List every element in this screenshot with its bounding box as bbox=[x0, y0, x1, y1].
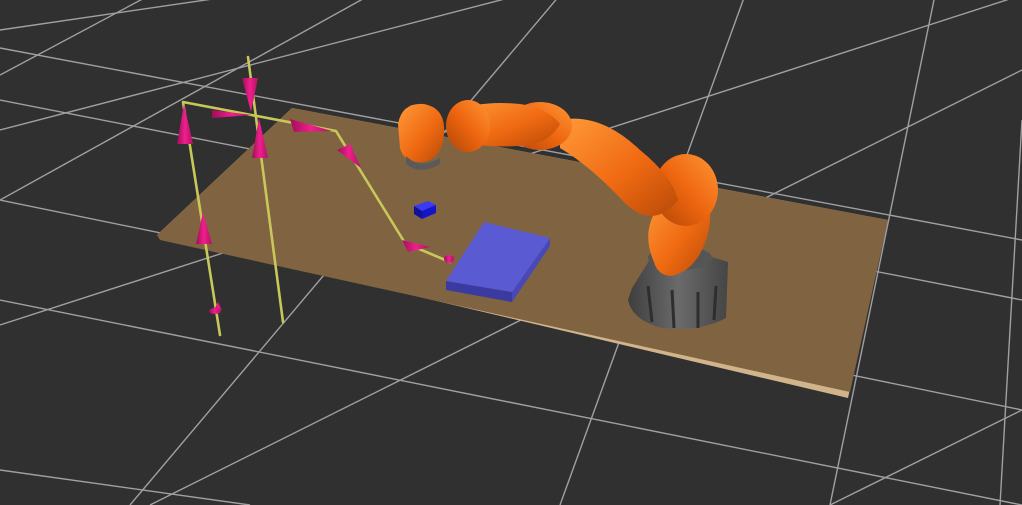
waypoint-marker bbox=[177, 104, 193, 144]
waypoint-marker bbox=[209, 308, 221, 314]
waypoint-marker bbox=[444, 255, 454, 263]
robot-end-effector bbox=[398, 103, 445, 163]
3d-viewport[interactable] bbox=[0, 0, 1022, 505]
robot-joint-wrist bbox=[446, 100, 490, 152]
scene-canvas[interactable] bbox=[0, 0, 1022, 505]
